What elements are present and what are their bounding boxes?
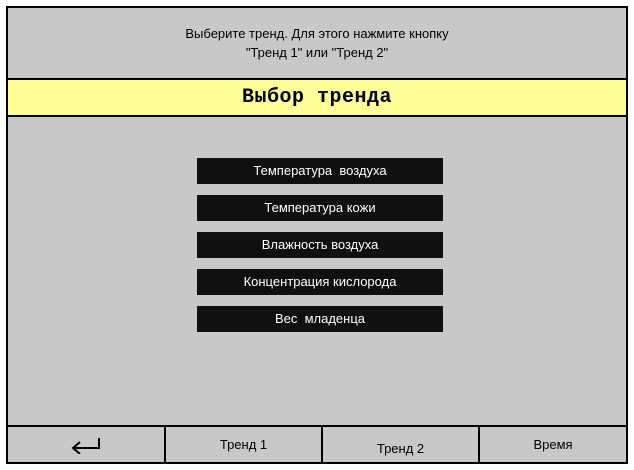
instructions-line-1: Выберите тренд. Для этого нажмите кнопку	[185, 26, 449, 41]
trend-2-label: Тренд 2	[376, 441, 425, 456]
enter-arrow-icon	[71, 437, 100, 454]
option-oxygen-concentration-button[interactable]: Концентрация кислорода	[197, 269, 443, 295]
back-button[interactable]	[8, 427, 166, 462]
trend-2-button[interactable]: Тренд 2	[323, 427, 480, 462]
instructions-line-2: "Тренд 1" или "Тренд 2"	[245, 45, 389, 60]
trend-options-list: Температура воздуха Температура кожи Вла…	[197, 158, 443, 343]
option-infant-weight-button[interactable]: Вес младенца	[197, 306, 443, 332]
instructions-panel: Выберите тренд. Для этого нажмите кнопку…	[8, 8, 626, 80]
time-button[interactable]: Время	[480, 427, 626, 462]
time-label: Время	[533, 437, 573, 452]
trend-1-label: Тренд 1	[219, 437, 268, 452]
trend-1-button[interactable]: Тренд 1	[166, 427, 323, 462]
page-title: Выбор тренда	[8, 80, 626, 117]
option-air-humidity-button[interactable]: Влажность воздуха	[197, 232, 443, 258]
option-skin-temperature-button[interactable]: Температура кожи	[197, 195, 443, 221]
trend-selection-screen: Выберите тренд. Для этого нажмите кнопку…	[6, 6, 628, 464]
soft-key-bar: Тренд 1 Тренд 2 Время	[8, 425, 626, 462]
option-air-temperature-button[interactable]: Температура воздуха	[197, 158, 443, 184]
